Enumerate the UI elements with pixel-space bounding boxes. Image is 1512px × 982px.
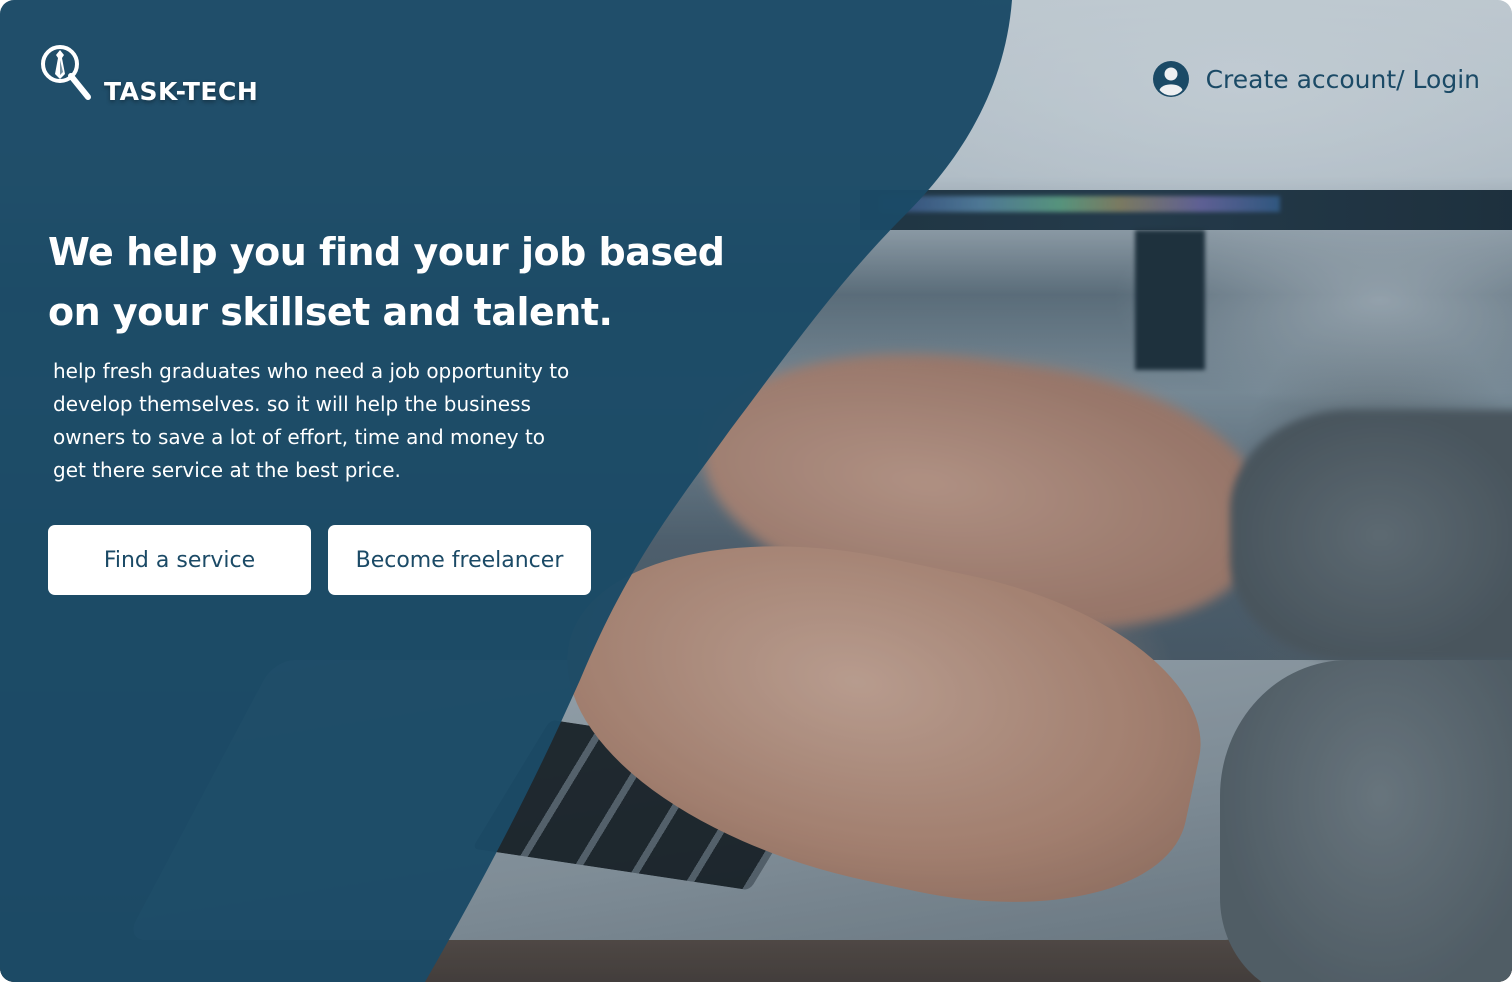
magnifier-tie-icon <box>41 45 91 100</box>
description-line: develop themselves. so it will help the … <box>53 392 531 416</box>
hero-background-photo <box>0 0 1512 982</box>
hero-description: help fresh graduates who need a job oppo… <box>53 355 653 487</box>
brand-logo[interactable]: TASK-TECH <box>38 42 258 104</box>
hero-headline: We help you find your job based on your … <box>48 222 748 342</box>
brand-name: TASK-TECH <box>104 77 259 106</box>
headline-line-1: We help you find your job based <box>48 230 725 274</box>
description-line: get there service at the best price. <box>53 458 401 482</box>
account-link-label: Create account/ Login <box>1205 64 1480 94</box>
description-line: owners to save a lot of effort, time and… <box>53 425 546 449</box>
description-line: help fresh graduates who need a job oppo… <box>53 359 570 383</box>
find-service-button[interactable]: Find a service <box>48 525 311 595</box>
landing-page: TASK-TECH Create account/ Login We help … <box>0 0 1512 982</box>
create-account-login-link[interactable]: Create account/ Login <box>1152 60 1480 98</box>
headline-line-2: on your skillset and talent. <box>48 290 613 334</box>
become-freelancer-button[interactable]: Become freelancer <box>328 525 591 595</box>
user-circle-icon <box>1152 61 1189 97</box>
photo-tint <box>0 0 1512 982</box>
